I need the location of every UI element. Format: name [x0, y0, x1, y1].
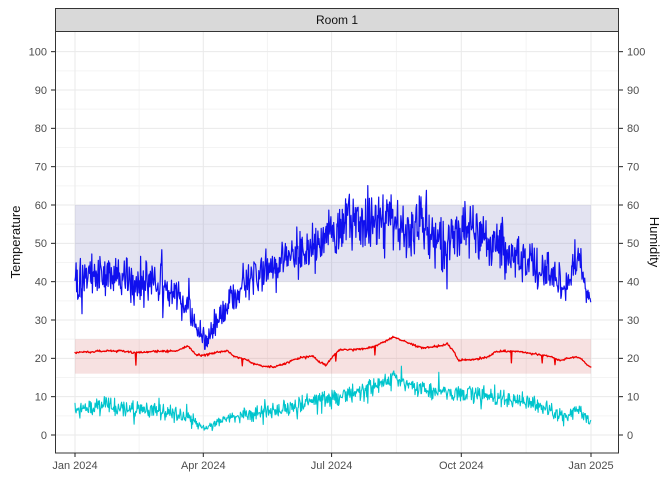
x-tick-label: Apr 2024	[181, 460, 226, 472]
y-tick-label-left: 60	[35, 200, 47, 212]
facet-strip: Room 1	[55, 8, 619, 32]
y-tick-label-left: 50	[35, 238, 47, 250]
x-tick-label: Jan 2025	[568, 460, 613, 472]
y-tick-label-right: 20	[627, 353, 639, 365]
y-tick-label-left: 100	[29, 46, 47, 58]
y-axis-title-right: Humidity	[646, 142, 662, 342]
chart-figure: 0 10 20 30 40 50 60 70 80 90 100 0 10 20 30 40 50 60 70 80 9…	[0, 0, 672, 480]
y-tick-label-right: 70	[627, 161, 639, 173]
y-tick-label-right: 50	[627, 238, 639, 250]
x-tick-label: Jan 2024	[52, 460, 97, 472]
y-tick-label-right: 100	[627, 46, 645, 58]
x-tick-label: Jul 2024	[311, 460, 353, 472]
y-tick-label-left: 10	[35, 391, 47, 403]
y-tick-label-left: 90	[35, 85, 47, 97]
y-tick-label-right: 60	[627, 200, 639, 212]
y-tick-label-right: 40	[627, 276, 639, 288]
facet-strip-label: Room 1	[316, 13, 358, 27]
y-axis-title-left: Temperature	[8, 142, 24, 342]
y-tick-label-left: 40	[35, 276, 47, 288]
y-tick-label-right: 30	[627, 315, 639, 327]
y-tick-label-left: 80	[35, 123, 47, 135]
y-tick-label-left: 30	[35, 315, 47, 327]
y-tick-label-right: 90	[627, 85, 639, 97]
y-tick-label-left: 70	[35, 161, 47, 173]
y-tick-label-left: 20	[35, 353, 47, 365]
y-tick-label-right: 80	[627, 123, 639, 135]
y-tick-label-right: 0	[627, 430, 633, 442]
plot-svg: 0 10 20 30 40 50 60 70 80 90 100 0 10 20 30 40 50 60 70 80 9…	[0, 0, 672, 480]
x-tick-label: Oct 2024	[439, 460, 484, 472]
y-tick-label-left: 0	[41, 430, 47, 442]
y-tick-label-right: 10	[627, 391, 639, 403]
series-cyan-line	[75, 366, 591, 430]
